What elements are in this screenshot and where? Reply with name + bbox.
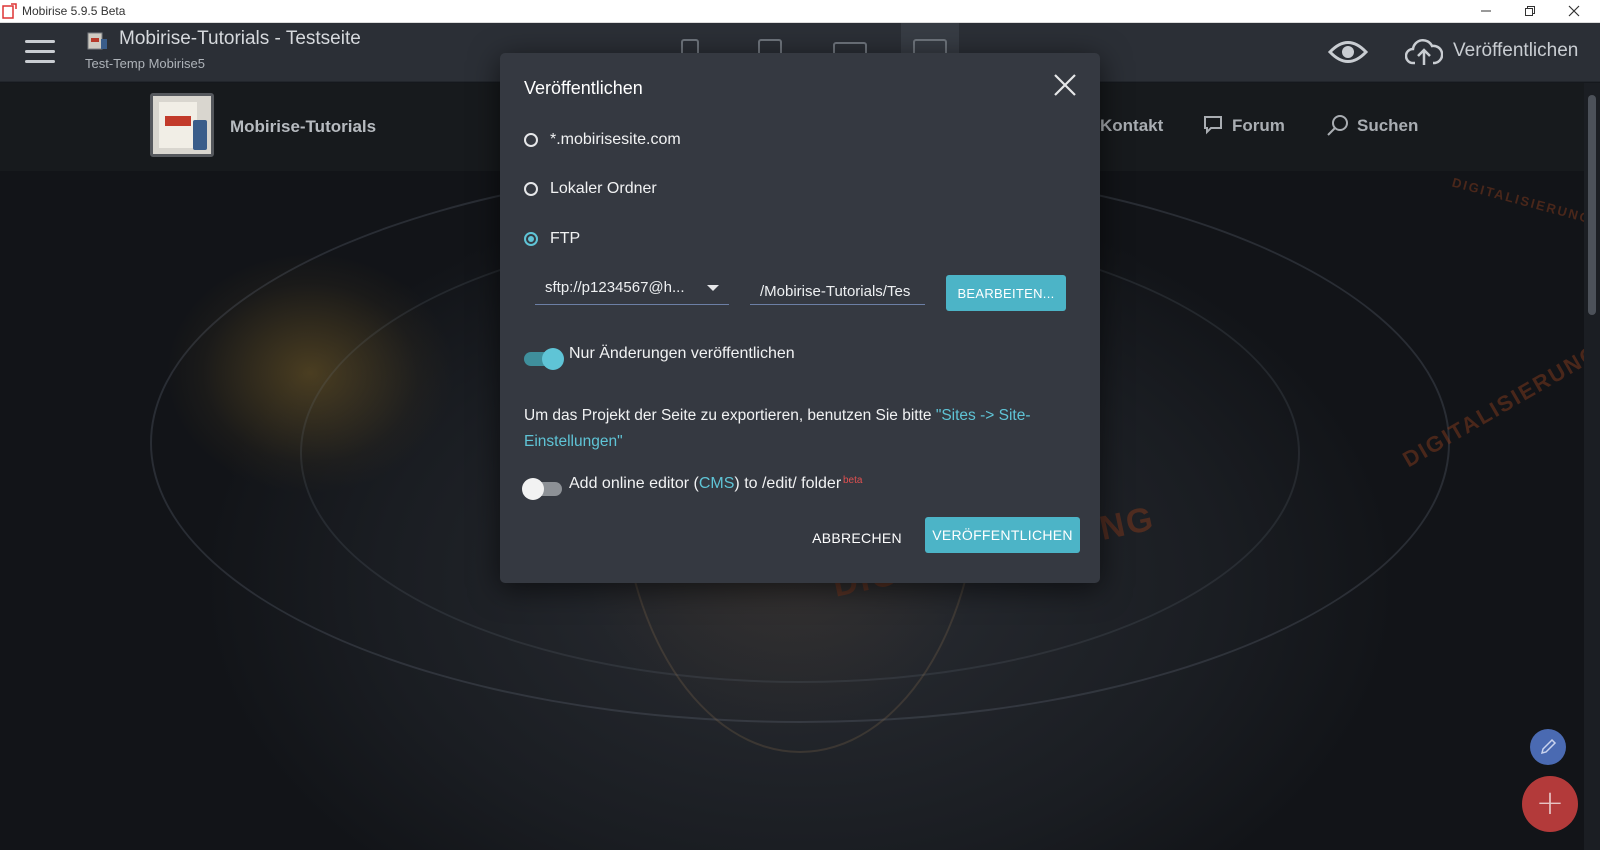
minimize-button[interactable] xyxy=(1464,0,1508,22)
publish-dialog: Veröffentlichen *.mobirisesite.com Lokal… xyxy=(500,53,1100,583)
minimize-icon xyxy=(1481,10,1491,12)
site-nav-kontakt[interactable]: Kontakt xyxy=(1100,116,1163,136)
beta-badge: beta xyxy=(843,475,863,486)
publish-topbar-button[interactable]: Veröffentlichen xyxy=(1453,40,1578,62)
ftp-connection-select[interactable]: sftp://p1234567@h... xyxy=(535,272,729,305)
close-window-button[interactable] xyxy=(1552,0,1596,22)
search-icon xyxy=(1327,115,1348,136)
restore-icon xyxy=(1525,6,1535,16)
cms-label-text: ) to /edit/ folder xyxy=(734,475,842,492)
site-logo[interactable] xyxy=(150,93,214,157)
option-ftp[interactable]: FTP xyxy=(524,230,580,248)
chat-icon xyxy=(1204,116,1222,135)
project-title: Mobirise-Tutorials - Testseite xyxy=(119,28,361,49)
option-local-folder[interactable]: Lokaler Ordner xyxy=(524,180,657,198)
cloud-upload-icon[interactable] xyxy=(1405,37,1443,67)
watermark-text: DIGITALISIERUNG xyxy=(1450,174,1584,227)
edit-fab-button[interactable] xyxy=(1530,729,1566,765)
site-brand[interactable]: Mobirise-Tutorials xyxy=(230,117,376,137)
scrollbar-thumb[interactable] xyxy=(1588,95,1596,315)
site-nav-suchen[interactable]: Suchen xyxy=(1357,116,1418,136)
window-title: Mobirise 5.9.5 Beta xyxy=(22,4,126,18)
plus-icon: + xyxy=(1535,783,1565,823)
window-titlebar: Mobirise 5.9.5 Beta xyxy=(0,0,1600,23)
radio-button[interactable] xyxy=(524,133,538,147)
only-changes-toggle[interactable] xyxy=(524,348,564,370)
cancel-button[interactable]: ABBRECHEN xyxy=(812,520,902,556)
cms-label-text: Add online editor ( xyxy=(569,475,699,492)
cms-label: Add online editor (CMS) to /edit/ folder xyxy=(569,475,841,493)
project-subtitle: Test-Temp Mobirise5 xyxy=(85,56,205,71)
option-mobirisesite[interactable]: *.mobirisesite.com xyxy=(524,131,681,149)
menu-icon[interactable] xyxy=(25,40,55,66)
option-label: *.mobirisesite.com xyxy=(550,131,681,148)
mobirise-app-icon xyxy=(2,3,17,19)
close-icon xyxy=(1568,5,1580,17)
add-block-fab-button[interactable]: + xyxy=(1522,776,1578,832)
restore-button[interactable] xyxy=(1508,0,1552,22)
site-nav-forum[interactable]: Forum xyxy=(1232,116,1285,136)
option-label: FTP xyxy=(550,230,581,247)
info-text: Um das Projekt der Seite zu exportieren,… xyxy=(524,407,936,424)
ftp-path-input[interactable] xyxy=(750,272,925,305)
chevron-down-icon xyxy=(707,285,719,291)
radio-button-checked[interactable] xyxy=(524,232,538,246)
radio-button[interactable] xyxy=(524,182,538,196)
pencil-icon xyxy=(1540,738,1557,755)
cms-toggle[interactable] xyxy=(522,478,562,500)
close-icon[interactable] xyxy=(1053,73,1077,97)
preview-eye-icon[interactable] xyxy=(1328,39,1368,65)
dialog-title: Veröffentlichen xyxy=(524,78,643,98)
cms-link[interactable]: CMS xyxy=(699,475,735,492)
export-info-text: Um das Projekt der Seite zu exportieren,… xyxy=(524,403,1044,455)
edit-ftp-button[interactable]: BEARBEITEN... xyxy=(946,275,1066,311)
ftp-connection-value: sftp://p1234567@h... xyxy=(545,279,685,296)
project-icon xyxy=(87,32,107,50)
option-label: Lokaler Ordner xyxy=(550,180,657,197)
only-changes-label: Nur Änderungen veröffentlichen xyxy=(569,345,795,362)
publish-button[interactable]: VERÖFFENTLICHEN xyxy=(925,517,1080,553)
